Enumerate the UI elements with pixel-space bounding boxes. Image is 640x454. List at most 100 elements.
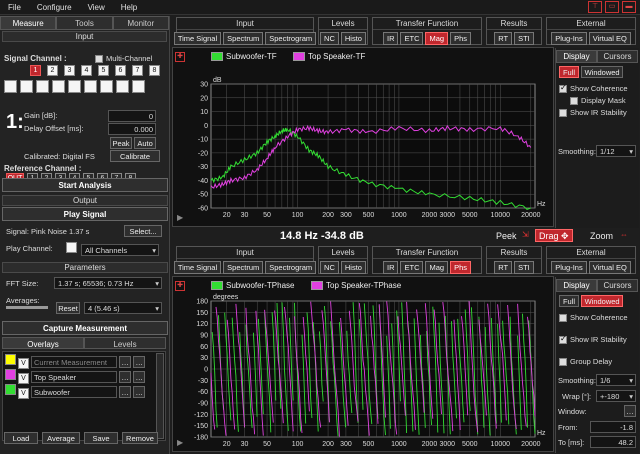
wrap-select[interactable]: +-180 (596, 390, 636, 402)
overlay-visible-toggle[interactable]: V (18, 388, 29, 399)
overlay-name[interactable]: Subwoofer (31, 386, 117, 398)
magnitude-plot-area[interactable]: ✚ Subwoofer-TF Top Speaker-TF 30 20 10 0 -10… (172, 47, 554, 227)
peak-button[interactable]: Peak (110, 137, 132, 149)
gain-input[interactable]: 0 (108, 110, 156, 122)
meter-icon[interactable]: ▭ (605, 1, 619, 13)
overlay-options-button[interactable]: … (133, 356, 146, 368)
sti-button[interactable]: STI (514, 261, 534, 274)
checkbox[interactable] (559, 83, 567, 94)
capture-measurement-button[interactable]: Capture Measurement (2, 321, 168, 335)
tab-cursors[interactable]: Cursors (597, 279, 638, 292)
channel-2-button[interactable]: 2 (47, 65, 58, 76)
checkbox[interactable] (559, 109, 567, 118)
phase-plot-area[interactable]: ✚ Subwoofer-TPhase Top Speaker-TPhase 18… (172, 276, 554, 452)
zoom-label[interactable]: Zoom (590, 231, 613, 241)
play-channel-select[interactable]: All Channels (81, 244, 159, 256)
overlay-name[interactable]: Current Measurement (31, 356, 117, 368)
tab-overlays[interactable]: Overlays (2, 337, 84, 349)
fft-size-select[interactable]: 1.37 s; 65536; 0.73 Hz (54, 277, 162, 289)
overlay-menu-button[interactable]: … (119, 356, 132, 368)
plugins-button[interactable]: Plug-Ins (551, 32, 587, 45)
checkbox[interactable] (570, 97, 578, 106)
calibrate-button[interactable]: Calibrate (110, 150, 160, 162)
channel-8-button[interactable]: 8 (149, 65, 160, 76)
window-options-button[interactable]: … (624, 405, 636, 417)
channel-7-button[interactable]: 7 (132, 65, 143, 76)
rt-button[interactable]: RT (494, 32, 513, 45)
channel-5-button[interactable]: 5 (98, 65, 109, 76)
channel-6-button[interactable]: 6 (115, 65, 126, 76)
time-signal-button[interactable]: Time Signal (173, 261, 222, 274)
sti-button[interactable]: STI (514, 32, 534, 45)
channel-1-button[interactable]: 1 (30, 65, 41, 76)
etc-button[interactable]: ETC (400, 261, 424, 274)
drag-button[interactable]: Drag ✥ (535, 229, 573, 242)
phs-button[interactable]: Phs (450, 32, 472, 45)
menu-view[interactable]: View (80, 3, 113, 12)
time-signal-button[interactable]: Time Signal (173, 32, 222, 45)
ir-button[interactable]: IR (382, 261, 399, 274)
overlay-scrollbar[interactable] (156, 353, 164, 439)
show-ir-stability[interactable]: Show IR Stability (559, 108, 627, 118)
group-delay[interactable]: Group Delay (559, 357, 612, 367)
full-button[interactable]: Full (559, 295, 579, 307)
tab-measure[interactable]: Measure (0, 16, 57, 30)
tab-monitor[interactable]: Monitor (112, 16, 169, 30)
tab-levels[interactable]: Levels (84, 337, 166, 349)
nc-button[interactable]: NC (320, 32, 339, 45)
nc-button[interactable]: NC (320, 261, 339, 274)
windowed-button[interactable]: Windowed (581, 295, 624, 307)
average-button[interactable]: Average (42, 432, 80, 444)
overlay-options-button[interactable]: … (133, 386, 146, 398)
spectrogram-button[interactable]: Spectrogram (265, 32, 317, 45)
reset-averages-button[interactable]: Reset (56, 302, 80, 314)
play-signal-button[interactable]: Play Signal (2, 207, 168, 221)
checkbox[interactable] (559, 358, 567, 367)
averages-slider[interactable] (6, 306, 48, 309)
overlay-subwoofer[interactable]: V Subwoofer … … (5, 384, 146, 399)
overlay-top-speaker[interactable]: V Top Speaker … … (5, 369, 146, 384)
checkbox[interactable] (559, 334, 567, 345)
start-analysis-button[interactable]: Start Analysis (2, 178, 168, 192)
spectrogram-button[interactable]: Spectrogram (265, 261, 317, 274)
show-ir-stability[interactable]: Show IR Stability (559, 334, 627, 345)
overlay-color-swatch[interactable] (5, 384, 16, 395)
play-arrow-icon[interactable]: ▶ (177, 213, 183, 222)
delay-input[interactable]: 0.000 (108, 123, 156, 135)
tab-cursors[interactable]: Cursors (597, 50, 638, 63)
ir-button[interactable]: IR (382, 32, 399, 45)
overlay-menu-button[interactable]: … (119, 386, 132, 398)
load-button[interactable]: Load (4, 432, 38, 444)
auto-button[interactable]: Auto (134, 137, 157, 149)
show-coherence[interactable]: Show Coherence (559, 83, 628, 94)
smoothing-select[interactable]: 1/12 (596, 145, 636, 157)
zoom-icon[interactable]: ⇔ (620, 230, 628, 239)
histo-button[interactable]: Histo (340, 261, 366, 274)
overlay-visible-toggle[interactable]: V (18, 373, 29, 384)
rt-button[interactable]: RT (494, 261, 513, 274)
overlay-menu-button[interactable]: … (119, 371, 132, 383)
virtual-eq-button[interactable]: Virtual EQ (588, 32, 631, 45)
virtual-eq-button[interactable]: Virtual EQ (588, 261, 631, 274)
select-signal-button[interactable]: Select... (124, 225, 162, 237)
mag-button[interactable]: Mag (425, 261, 449, 274)
overlay-color-swatch[interactable] (5, 369, 16, 380)
multi-channel[interactable]: Multi-Channel (95, 54, 152, 64)
windowed-button[interactable]: Windowed (581, 66, 624, 78)
overlay-color-swatch[interactable] (5, 354, 16, 365)
peek-label[interactable]: Peek (496, 231, 517, 241)
channel-4-button[interactable]: 4 (81, 65, 92, 76)
overlay-name[interactable]: Top Speaker (31, 371, 117, 383)
from-input[interactable]: -1.8 (590, 421, 636, 433)
overlay-current[interactable]: V Current Measurement … … (5, 354, 146, 369)
channel-3-button[interactable]: 3 (64, 65, 75, 76)
tab-display[interactable]: Display (556, 279, 597, 292)
phs-button[interactable]: Phs (450, 261, 472, 274)
overlay-visible-toggle[interactable]: V (18, 358, 29, 369)
to-input[interactable]: 48.2 (590, 436, 636, 448)
remove-button[interactable]: Remove (122, 432, 158, 444)
smoothing-select[interactable]: 1/6 (596, 374, 636, 386)
menu-configure[interactable]: Configure (29, 3, 80, 12)
menu-help[interactable]: Help (113, 3, 145, 12)
save-button[interactable]: Save (84, 432, 118, 444)
